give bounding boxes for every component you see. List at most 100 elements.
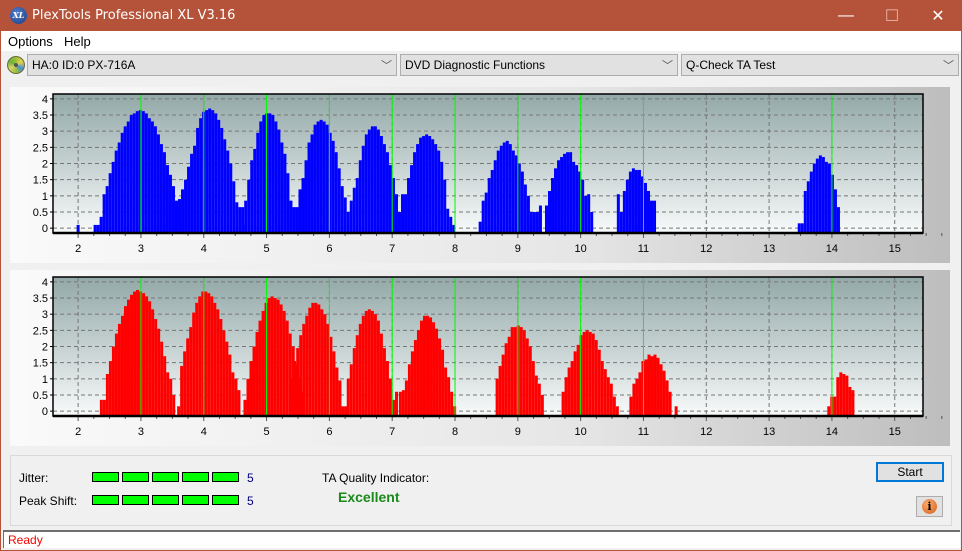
bar [178, 199, 182, 233]
drive-select-value: HA:0 ID:0 PX-716A [32, 58, 136, 72]
bar [827, 406, 831, 416]
bar [505, 140, 509, 233]
bar [397, 211, 401, 233]
bar [316, 121, 320, 233]
bar [108, 361, 112, 416]
bar [148, 301, 152, 416]
bar [105, 373, 109, 416]
bar [447, 377, 451, 416]
bar [314, 302, 318, 416]
bar [229, 163, 233, 233]
bar [189, 327, 193, 416]
close-button[interactable]: ✕ [915, 0, 961, 31]
y-tick-label: 0.5 [33, 390, 48, 402]
bar [502, 142, 506, 233]
bar [293, 361, 297, 416]
bar [803, 190, 807, 233]
x-tick-label: 2 [75, 426, 81, 438]
bar [317, 304, 321, 416]
bar [117, 323, 121, 416]
minimize-button[interactable]: — [823, 0, 869, 31]
bar [268, 113, 272, 233]
y-tick-label: 1 [42, 374, 48, 386]
bar [495, 378, 499, 416]
bar [322, 121, 326, 233]
bar [274, 121, 278, 233]
bar [513, 327, 517, 416]
bar [136, 289, 140, 416]
bar [588, 331, 592, 416]
bar [225, 341, 229, 416]
bar [184, 179, 188, 233]
bar [373, 314, 377, 416]
meter-segment [212, 472, 239, 482]
test-select[interactable]: Q-Check TA Test ﹀ [681, 54, 959, 76]
bar [111, 161, 115, 233]
bar [449, 216, 453, 233]
bar [313, 124, 317, 233]
bar [243, 399, 247, 416]
bar [382, 144, 386, 233]
x-tick-label: 8 [452, 243, 458, 255]
start-button[interactable]: Start [876, 462, 944, 482]
bar [159, 144, 163, 233]
bar [379, 333, 383, 416]
bar [171, 186, 175, 233]
info-button[interactable]: i [916, 496, 943, 517]
bar [538, 205, 542, 233]
bar [295, 207, 299, 233]
bar [564, 377, 568, 416]
results-group: Jitter: 5 Peak Shift: 5 TA Quality Indic… [10, 455, 952, 526]
bar [563, 153, 567, 233]
bar [644, 359, 648, 416]
bar [255, 331, 259, 416]
bar [256, 132, 260, 233]
bar [385, 152, 389, 233]
menu-options[interactable]: Options [8, 34, 53, 49]
chevron-down-icon: ﹀ [662, 60, 673, 72]
bar [444, 367, 448, 416]
bar [219, 319, 223, 416]
bar [401, 194, 405, 233]
function-group-select[interactable]: DVD Diagnostic Functions ﹀ [400, 54, 678, 76]
bar [526, 195, 530, 233]
bar [534, 375, 538, 416]
x-tick-label: 10 [575, 426, 587, 438]
bar [117, 142, 121, 233]
bar [522, 330, 526, 416]
bar [635, 378, 639, 416]
bar [267, 298, 271, 416]
bar [836, 377, 840, 416]
bar [597, 349, 601, 416]
maximize-button[interactable]: ☐ [869, 0, 915, 31]
bar [493, 160, 497, 233]
bar [346, 378, 350, 416]
bar [422, 136, 426, 233]
bar [133, 291, 137, 416]
bar [302, 323, 306, 416]
drive-select[interactable]: HA:0 ID:0 PX-716A ﹀ [27, 54, 397, 76]
bar [827, 163, 831, 233]
x-tick-label: 9 [515, 426, 521, 438]
bar [376, 320, 380, 416]
bar [540, 394, 544, 416]
x-tick-label: 12 [700, 243, 712, 255]
bar [168, 174, 172, 233]
bar [319, 119, 323, 233]
bar [629, 396, 633, 416]
menu-help[interactable]: Help [64, 34, 91, 49]
bar [845, 375, 849, 416]
meter-segment [92, 495, 119, 505]
bar [235, 202, 239, 233]
bar [285, 320, 289, 416]
bar [388, 165, 392, 233]
bar [619, 211, 623, 233]
bar [501, 354, 505, 416]
bar [594, 340, 598, 416]
bar [364, 310, 368, 416]
bar [343, 197, 347, 233]
test-select-value: Q-Check TA Test [686, 58, 776, 72]
bar [647, 354, 651, 416]
bar [818, 155, 822, 233]
bar [600, 361, 604, 416]
